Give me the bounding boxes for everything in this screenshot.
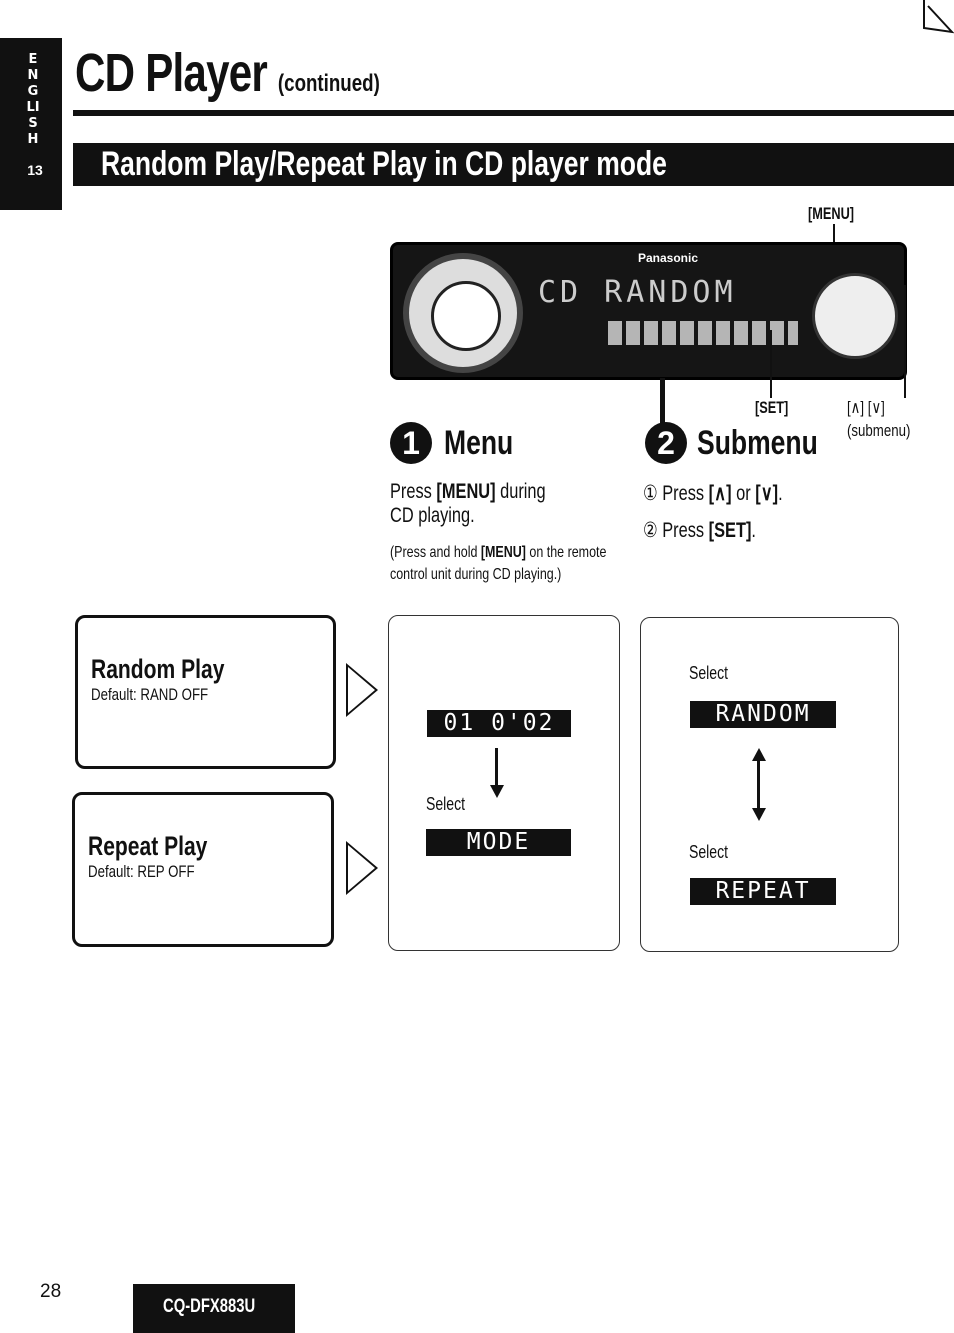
repeat-play-default: Default: REP OFF [88,862,195,881]
display-track-time: 01 0'02 [427,710,571,737]
repeat-play-title: Repeat Play [88,831,208,861]
set-callout: [SET] [755,398,789,417]
menu-select-label: Select [426,794,466,814]
brand-logo: Panasonic [638,251,699,265]
step-2-heading: Submenu [697,424,818,462]
step-2-item-1: ① Press [∧] or [∨]. [643,482,783,505]
menu-panel [388,615,620,951]
title-rule [73,110,954,116]
random-play-default: Default: RAND OFF [91,685,209,704]
repeat-play-box: Repeat Play Default: REP OFF [72,792,334,947]
car-stereo-faceplate: Panasonic CD RANDOM [390,242,907,380]
arrow-down-head [752,808,766,821]
arrow-right-icon [346,663,378,717]
navigation-pad [812,273,898,359]
corner-mark-icon [923,0,954,34]
title-suffix: (continued) [277,70,380,97]
arrow-right-icon [346,841,378,895]
set-callout-line [770,330,772,398]
submenu-select-bottom: Select [689,842,729,862]
page-number: 28 [40,1281,62,1302]
updown-callout-note: (submenu) [847,421,911,440]
device-display: CD RANDOM [538,275,737,310]
step-1-heading: Menu [444,424,514,462]
step-2-badge: 2 [645,422,687,464]
step-1-note: (Press and hold [MENU] on the remote con… [390,544,607,583]
display-mode: MODE [426,829,571,856]
arrow-down-head [490,785,504,798]
updown-callout-line [904,285,906,398]
display-random: RANDOM [690,701,836,728]
updown-callout: [∧] [∨] [847,398,885,417]
volume-knob [403,253,523,373]
model-number: CQ-DFX883U [133,1284,295,1333]
page-title: CD Player (continued) [75,42,466,104]
section-number: 13 [27,162,43,178]
section-banner: Random Play/Repeat Play in CD player mod… [73,143,954,186]
submenu-select-top: Select [689,663,729,683]
display-repeat: REPEAT [690,878,836,905]
title-main: CD Player [75,43,268,103]
menu-callout: [MENU] [808,204,855,223]
step-1-badge: 1 [390,422,432,464]
language-label: ENGLISH [26,52,40,147]
step-2-item-2: ② Press [SET]. [643,519,756,542]
random-play-title: Random Play [91,654,225,684]
arrow-down-icon [495,748,498,788]
step-1-instruction: Press [MENU] during CD playing. [390,480,546,527]
double-arrow-icon [757,758,760,810]
random-play-box: Random Play Default: RAND OFF [75,615,336,769]
banner-text: Random Play/Repeat Play in CD player mod… [101,145,667,183]
language-side-tab: ENGLISH 13 [0,38,62,210]
